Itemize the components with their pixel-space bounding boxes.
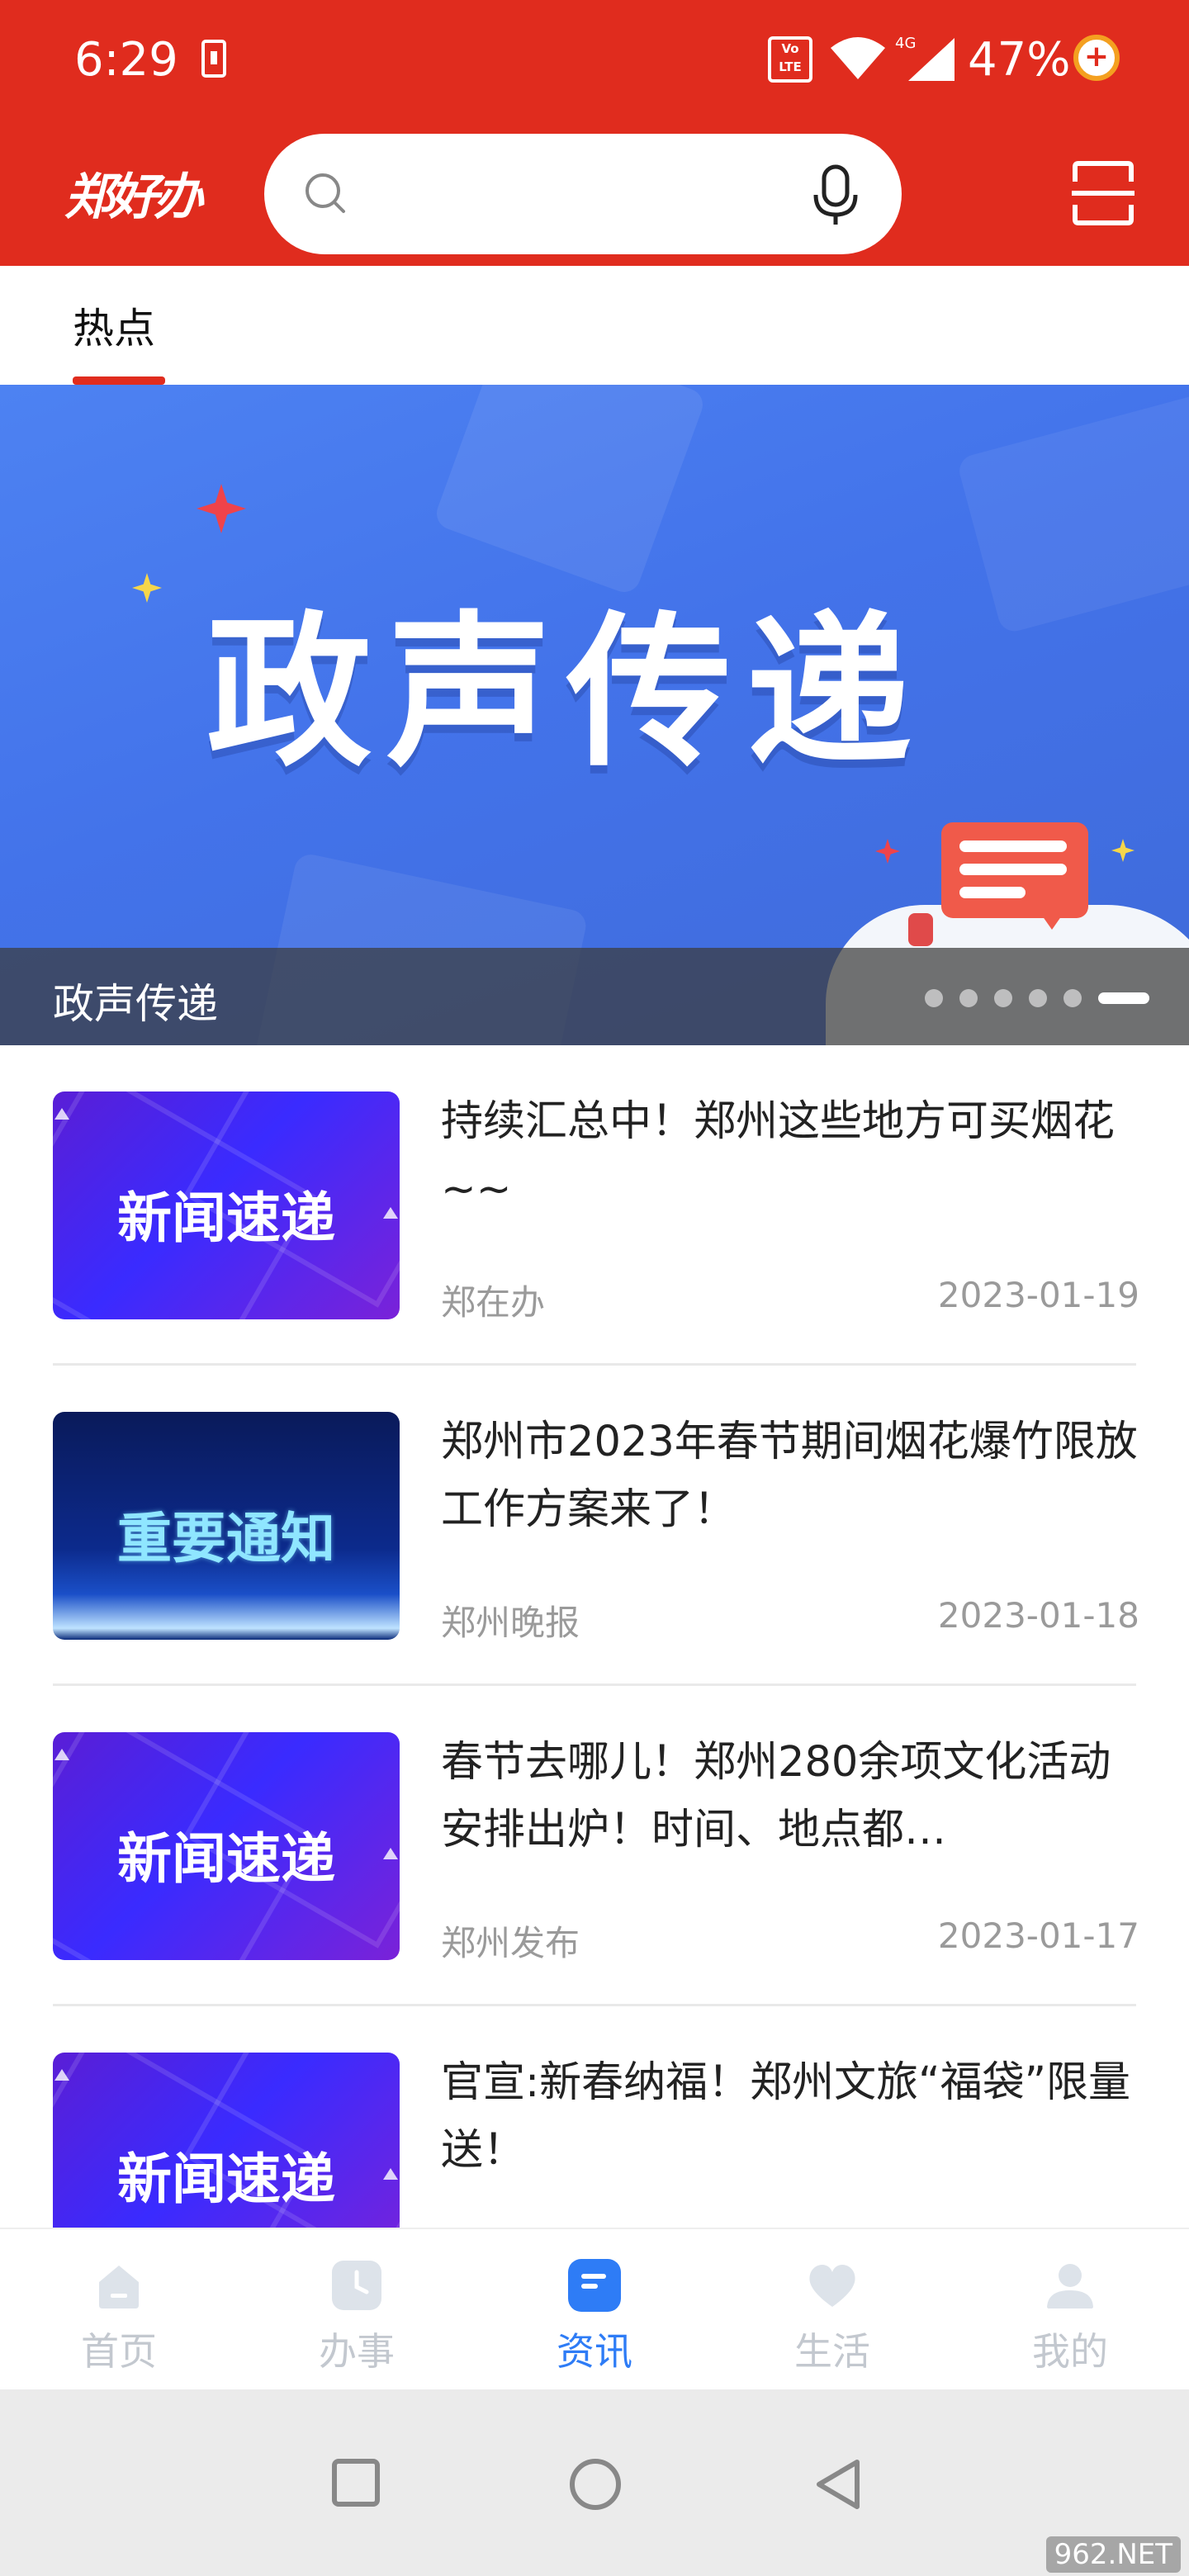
thumbnail-label: 新闻速递	[117, 1186, 335, 1250]
sparkle-icon	[132, 573, 162, 603]
search-bar[interactable]	[264, 134, 902, 254]
recents-button[interactable]	[332, 2459, 380, 2507]
search-input[interactable]	[372, 159, 801, 230]
news-thumbnail: 新闻速递	[53, 1091, 400, 1319]
nav-home[interactable]: 首页	[36, 2229, 201, 2391]
wifi-icon	[831, 37, 885, 79]
carousel-dots	[925, 989, 1149, 1007]
status-time: 6:29	[74, 33, 178, 87]
app-logo: 郑好办	[64, 168, 203, 226]
carousel-dot[interactable]	[925, 989, 943, 1007]
banner-carousel[interactable]: 政声传递 政声传递	[0, 385, 1189, 1045]
news-title: 官宣:新春纳福！郑州文旅“福袋”限量送！	[441, 2058, 1131, 2175]
status-bar: 6:29 Vo LTE 4G 47%	[0, 0, 1189, 124]
download-icon	[201, 40, 226, 78]
news-source: 郑州晚报	[441, 1603, 580, 1643]
banner-caption-bar: 政声传递	[0, 948, 1189, 1045]
thumbnail-label: 重要通知	[117, 1507, 335, 1570]
user-icon	[1047, 2264, 1093, 2308]
system-nav-bar: 962.NET	[0, 2389, 1189, 2576]
search-icon	[306, 173, 345, 213]
scan-icon[interactable]	[1072, 160, 1135, 226]
nav-label: 首页	[81, 2329, 157, 2374]
news-date: 2023-01-19	[937, 1275, 1139, 1315]
back-button[interactable]	[812, 2457, 862, 2512]
signal-icon: 4G	[895, 35, 955, 81]
sparkle-icon	[197, 484, 246, 533]
nav-label: 我的	[1032, 2329, 1108, 2374]
nav-label: 资讯	[557, 2329, 632, 2374]
banner-caption: 政声传递	[53, 980, 218, 1028]
clock-icon	[332, 2261, 381, 2310]
news-date: 2023-01-18	[937, 1595, 1139, 1636]
news-title: 郑州市2023年春节期间烟花爆竹限放工作方案来了！	[441, 1418, 1138, 1534]
home-icon	[99, 2266, 139, 2308]
banner-headline: 政声传递	[206, 597, 927, 789]
thumbnail-label: 新闻速递	[117, 1827, 335, 1891]
news-item[interactable]: 重要通知 郑州市2023年春节期间烟花爆竹限放工作方案来了！ 郑州晚报 2023…	[0, 1366, 1189, 1686]
carousel-dot[interactable]	[994, 989, 1012, 1007]
person-illustration	[908, 913, 933, 946]
nav-news[interactable]: 资讯	[512, 2229, 677, 2391]
carousel-dot[interactable]	[1029, 989, 1047, 1007]
home-button[interactable]	[570, 2459, 621, 2510]
tab-active-indicator	[73, 376, 165, 385]
news-title: 持续汇总中！郑州这些地方可买烟花~~	[441, 1097, 1116, 1214]
nav-services[interactable]: 办事	[274, 2229, 439, 2391]
nav-label: 办事	[319, 2329, 395, 2374]
tab-bar: 热点	[0, 266, 1189, 385]
sparkle-icon	[875, 839, 900, 864]
news-thumbnail: 新闻速递	[53, 1732, 400, 1960]
nav-life[interactable]: 生活	[750, 2229, 915, 2391]
news-title: 春节去哪儿！郑州280余项文化活动安排出炉！时间、地点都…	[441, 1738, 1111, 1854]
nav-label: 生活	[794, 2329, 870, 2374]
sparkle-icon	[1111, 839, 1135, 862]
bottom-nav: 首页 办事 资讯 生活 我的	[0, 2228, 1189, 2389]
battery-saver-icon	[1073, 35, 1120, 81]
news-item[interactable]: 新闻速递 春节去哪儿！郑州280余项文化活动安排出炉！时间、地点都… 郑州发布 …	[0, 1686, 1189, 2006]
thumbnail-label: 新闻速递	[117, 2147, 335, 2211]
news-source: 郑州发布	[441, 1923, 580, 1963]
network-type: 4G	[895, 35, 916, 52]
watermark: 962.NET	[1045, 2536, 1181, 2573]
nav-mine[interactable]: 我的	[988, 2229, 1153, 2391]
news-item[interactable]: 新闻速递 持续汇总中！郑州这些地方可买烟花~~ 郑在办 2023-01-19	[0, 1045, 1189, 1366]
news-list: 新闻速递 持续汇总中！郑州这些地方可买烟花~~ 郑在办 2023-01-19 重…	[0, 1045, 1189, 2327]
news-source: 郑在办	[441, 1282, 546, 1323]
heart-icon	[809, 2265, 855, 2307]
tab-hot[interactable]: 热点	[73, 296, 155, 355]
carousel-dot-active[interactable]	[1098, 992, 1149, 1004]
microphone-icon[interactable]	[809, 163, 862, 226]
carousel-dot[interactable]	[1063, 989, 1082, 1007]
volte-icon: Vo LTE	[768, 36, 812, 83]
carousel-dot[interactable]	[959, 989, 978, 1007]
app-header: 郑好办	[0, 124, 1189, 266]
news-date: 2023-01-17	[937, 1915, 1139, 1956]
battery-percent: 47%	[968, 33, 1071, 87]
news-icon	[568, 2259, 621, 2312]
news-thumbnail: 重要通知	[53, 1412, 400, 1640]
banner-decor	[955, 385, 1189, 635]
chat-bubble-icon	[941, 822, 1088, 930]
